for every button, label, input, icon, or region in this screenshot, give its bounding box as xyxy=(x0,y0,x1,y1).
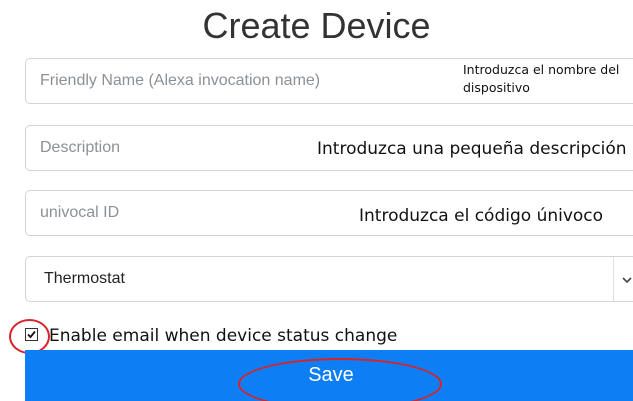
page-title: Create Device xyxy=(202,5,431,46)
device-type-selected-value: Thermostat xyxy=(44,270,125,287)
save-button[interactable]: Save xyxy=(25,350,633,401)
univocal-id-field-wrapper: Introduzca el código únivoco xyxy=(25,190,633,236)
description-annotation: Introduzca una pequeña descripción xyxy=(317,139,627,159)
create-device-page: Create Device Introduzca el nombre del d… xyxy=(0,0,633,401)
email-notify-checkbox[interactable] xyxy=(25,328,38,341)
friendly-name-field-wrapper: Introduzca el nombre del dispositivo xyxy=(25,58,633,104)
description-field-wrapper: Introduzca una pequeña descripción xyxy=(25,125,633,171)
friendly-name-annotation: Introduzca el nombre del dispositivo xyxy=(463,62,620,95)
device-type-select[interactable]: Thermostat xyxy=(25,256,633,302)
email-notify-label: Enable email when device status change xyxy=(49,326,398,346)
chevron-down-icon[interactable] xyxy=(613,257,633,301)
univocal-id-annotation: Introduzca el código únivoco xyxy=(359,206,604,226)
